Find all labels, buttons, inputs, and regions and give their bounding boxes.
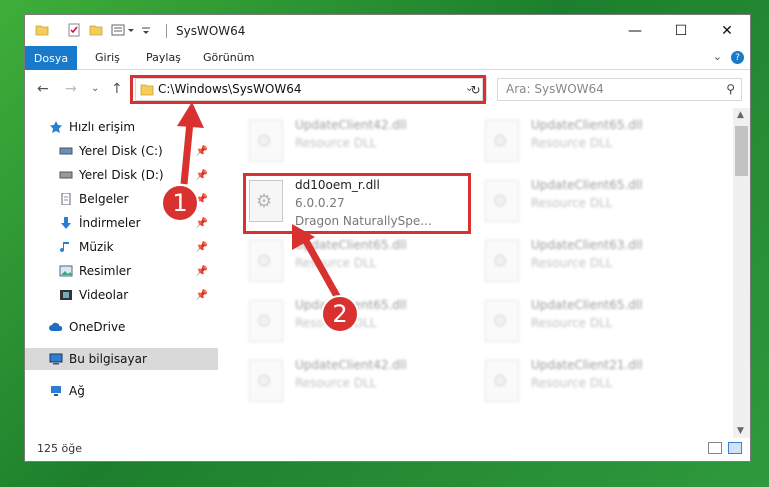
arrow-2-shaft	[302, 239, 342, 300]
callout-badge-2: 2	[321, 295, 359, 333]
callout-badge-1: 1	[161, 184, 199, 222]
arrow-1-shaft	[180, 121, 194, 185]
callout-arrows	[177, 102, 342, 300]
arrow-1-head	[177, 102, 204, 128]
